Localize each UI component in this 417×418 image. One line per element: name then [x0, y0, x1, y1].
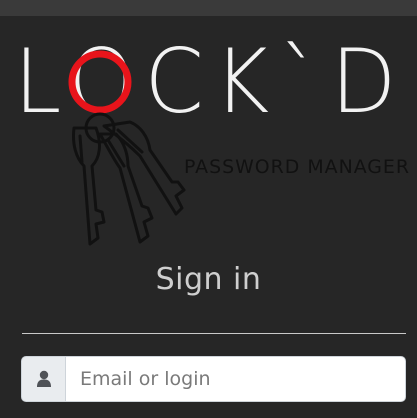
user-icon — [21, 356, 65, 402]
divider — [22, 333, 406, 334]
app-logo: LOCK`D PASSWORD MANAGER — [0, 16, 417, 246]
email-login-input[interactable] — [65, 356, 406, 402]
window-top-strip — [0, 0, 417, 16]
logo-tagline: PASSWORD MANAGER — [184, 156, 410, 178]
keys-icon — [72, 112, 186, 246]
login-field-group — [21, 356, 406, 402]
sign-in-heading: Sign in — [155, 262, 262, 297]
